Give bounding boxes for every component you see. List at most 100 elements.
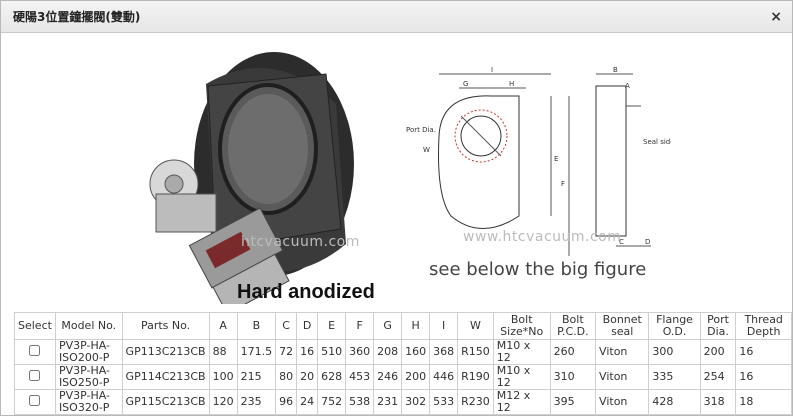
cell-b: 235 [236,389,277,415]
column-header: E [317,312,347,340]
dim-label-w: W [423,146,430,154]
column-header: A [208,312,238,340]
cell-e: 752 [317,389,347,415]
column-header: Thread Depth [735,312,792,340]
dim-label-f: F [561,180,565,188]
row-select-checkbox[interactable] [29,370,41,381]
product-dialog: 硬陽3位置鐘擺閥(雙動) × htcvacuum.com I G H B A P… [0,0,793,416]
cell-i: 368 [429,339,459,365]
cell-c: 96 [275,389,298,415]
cell-part: GP115C213CB [121,389,210,415]
cell-c: 80 [275,364,298,390]
cell-seal: Viton [595,339,650,365]
spec-table: Select Model No. Parts No. A B C D E F G H I W Bolt S… [14,312,792,415]
column-header: Bonnet seal [595,312,650,340]
column-header: G [373,312,403,340]
column-header: Flange O.D. [648,312,701,340]
cell-thread-depth: 16 [735,364,792,390]
hard-anodized-label: Hard anodized [237,281,375,303]
column-header: I [429,312,459,340]
table-row: PV3P-HA-ISO320-P GP115C213CB 120 235 96 24 752… [14,389,792,415]
cell-part: GP114C213CB [121,364,210,390]
column-header: Parts No. [121,312,210,340]
cell-seal: Viton [595,364,650,390]
cell-e: 510 [317,339,347,365]
dim-label-e: E [554,155,558,163]
column-header: W [457,312,494,340]
cell-g: 246 [373,364,403,390]
dim-label-h: H [509,80,514,88]
close-icon[interactable]: × [770,9,782,25]
cell-h: 302 [401,389,431,415]
watermark-right: www.htcvacuum.com [463,229,622,245]
cell-flange-od: 335 [648,364,701,390]
table-header-row: Select Model No. Parts No. A B C D E F G H I W Bolt S… [14,312,792,340]
cell-d: 16 [296,339,319,365]
select-cell [14,364,56,390]
cell-a: 100 [208,364,238,390]
cell-i: 446 [429,364,459,390]
cell-w: R150 [457,339,494,365]
cell-h: 200 [401,364,431,390]
watermark-left: htcvacuum.com [241,234,360,250]
cell-h: 160 [401,339,431,365]
cell-g: 231 [373,389,403,415]
cell-model: PV3P-HA-ISO320-P [54,389,123,415]
column-header: H [401,312,431,340]
column-header: Model No. [54,312,123,340]
table-row: PV3P-HA-ISO250-P GP114C213CB 100 215 80 20 628… [14,364,792,390]
cell-f: 538 [345,389,375,415]
dim-label-seal-side: Seal side [643,138,671,146]
cell-seal: Viton [595,389,650,415]
cell-port-dia: 254 [699,364,737,390]
cell-c: 72 [275,339,298,365]
cell-port-dia: 200 [699,339,737,365]
product-figure: htcvacuum.com I G H B A Port Dia. W E F … [1,34,793,309]
cell-g: 208 [373,339,403,365]
row-select-checkbox[interactable] [29,345,41,356]
cell-d: 24 [296,389,319,415]
cell-bolt-size: M10 x 12 [492,364,551,390]
column-header: Port Dia. [699,312,737,340]
dim-label-g: G [463,80,468,88]
table-row: PV3P-HA-ISO200-P GP113C213CB 88 171.5 72 16 51… [14,339,792,365]
column-header: C [275,312,298,340]
column-header: D [296,312,319,340]
cell-model: PV3P-HA-ISO200-P [54,339,123,365]
cell-f: 360 [345,339,375,365]
technical-drawing: I G H B A Port Dia. W E F Seal side C D [406,66,671,256]
column-header: B [236,312,277,340]
cell-flange-od: 300 [648,339,701,365]
cell-w: R190 [457,364,494,390]
cell-e: 628 [317,364,347,390]
cell-a: 88 [208,339,238,365]
row-select-checkbox[interactable] [29,395,41,406]
cell-flange-od: 428 [648,389,701,415]
cell-thread-depth: 18 [735,389,792,415]
select-cell [14,389,56,415]
column-header: Bolt P.C.D. [549,312,597,340]
dialog-titlebar: 硬陽3位置鐘擺閥(雙動) × [1,1,792,33]
cell-a: 120 [208,389,238,415]
table-body: PV3P-HA-ISO200-P GP113C213CB 88 171.5 72 16 51… [14,339,792,415]
cell-pcd: 395 [549,389,597,415]
select-cell [14,339,56,365]
column-header: Bolt Size*No [492,312,551,340]
column-header: Select [14,312,56,340]
cell-thread-depth: 16 [735,339,792,365]
dim-label-port-dia: Port Dia. [406,126,436,134]
cell-b: 171.5 [236,339,277,365]
dim-label-a: A [625,82,630,90]
cell-model: PV3P-HA-ISO250-P [54,364,123,390]
cell-w: R230 [457,389,494,415]
dim-label-i: I [491,66,493,74]
cell-bolt-size: M10 x 12 [492,339,551,365]
cell-f: 453 [345,364,375,390]
valve-product-image [149,52,354,304]
cell-i: 533 [429,389,459,415]
cell-part: GP113C213CB [121,339,210,365]
dialog-title: 硬陽3位置鐘擺閥(雙動) [13,10,141,24]
cell-b: 215 [236,364,277,390]
dim-label-d: D [645,238,650,246]
cell-pcd: 310 [549,364,597,390]
